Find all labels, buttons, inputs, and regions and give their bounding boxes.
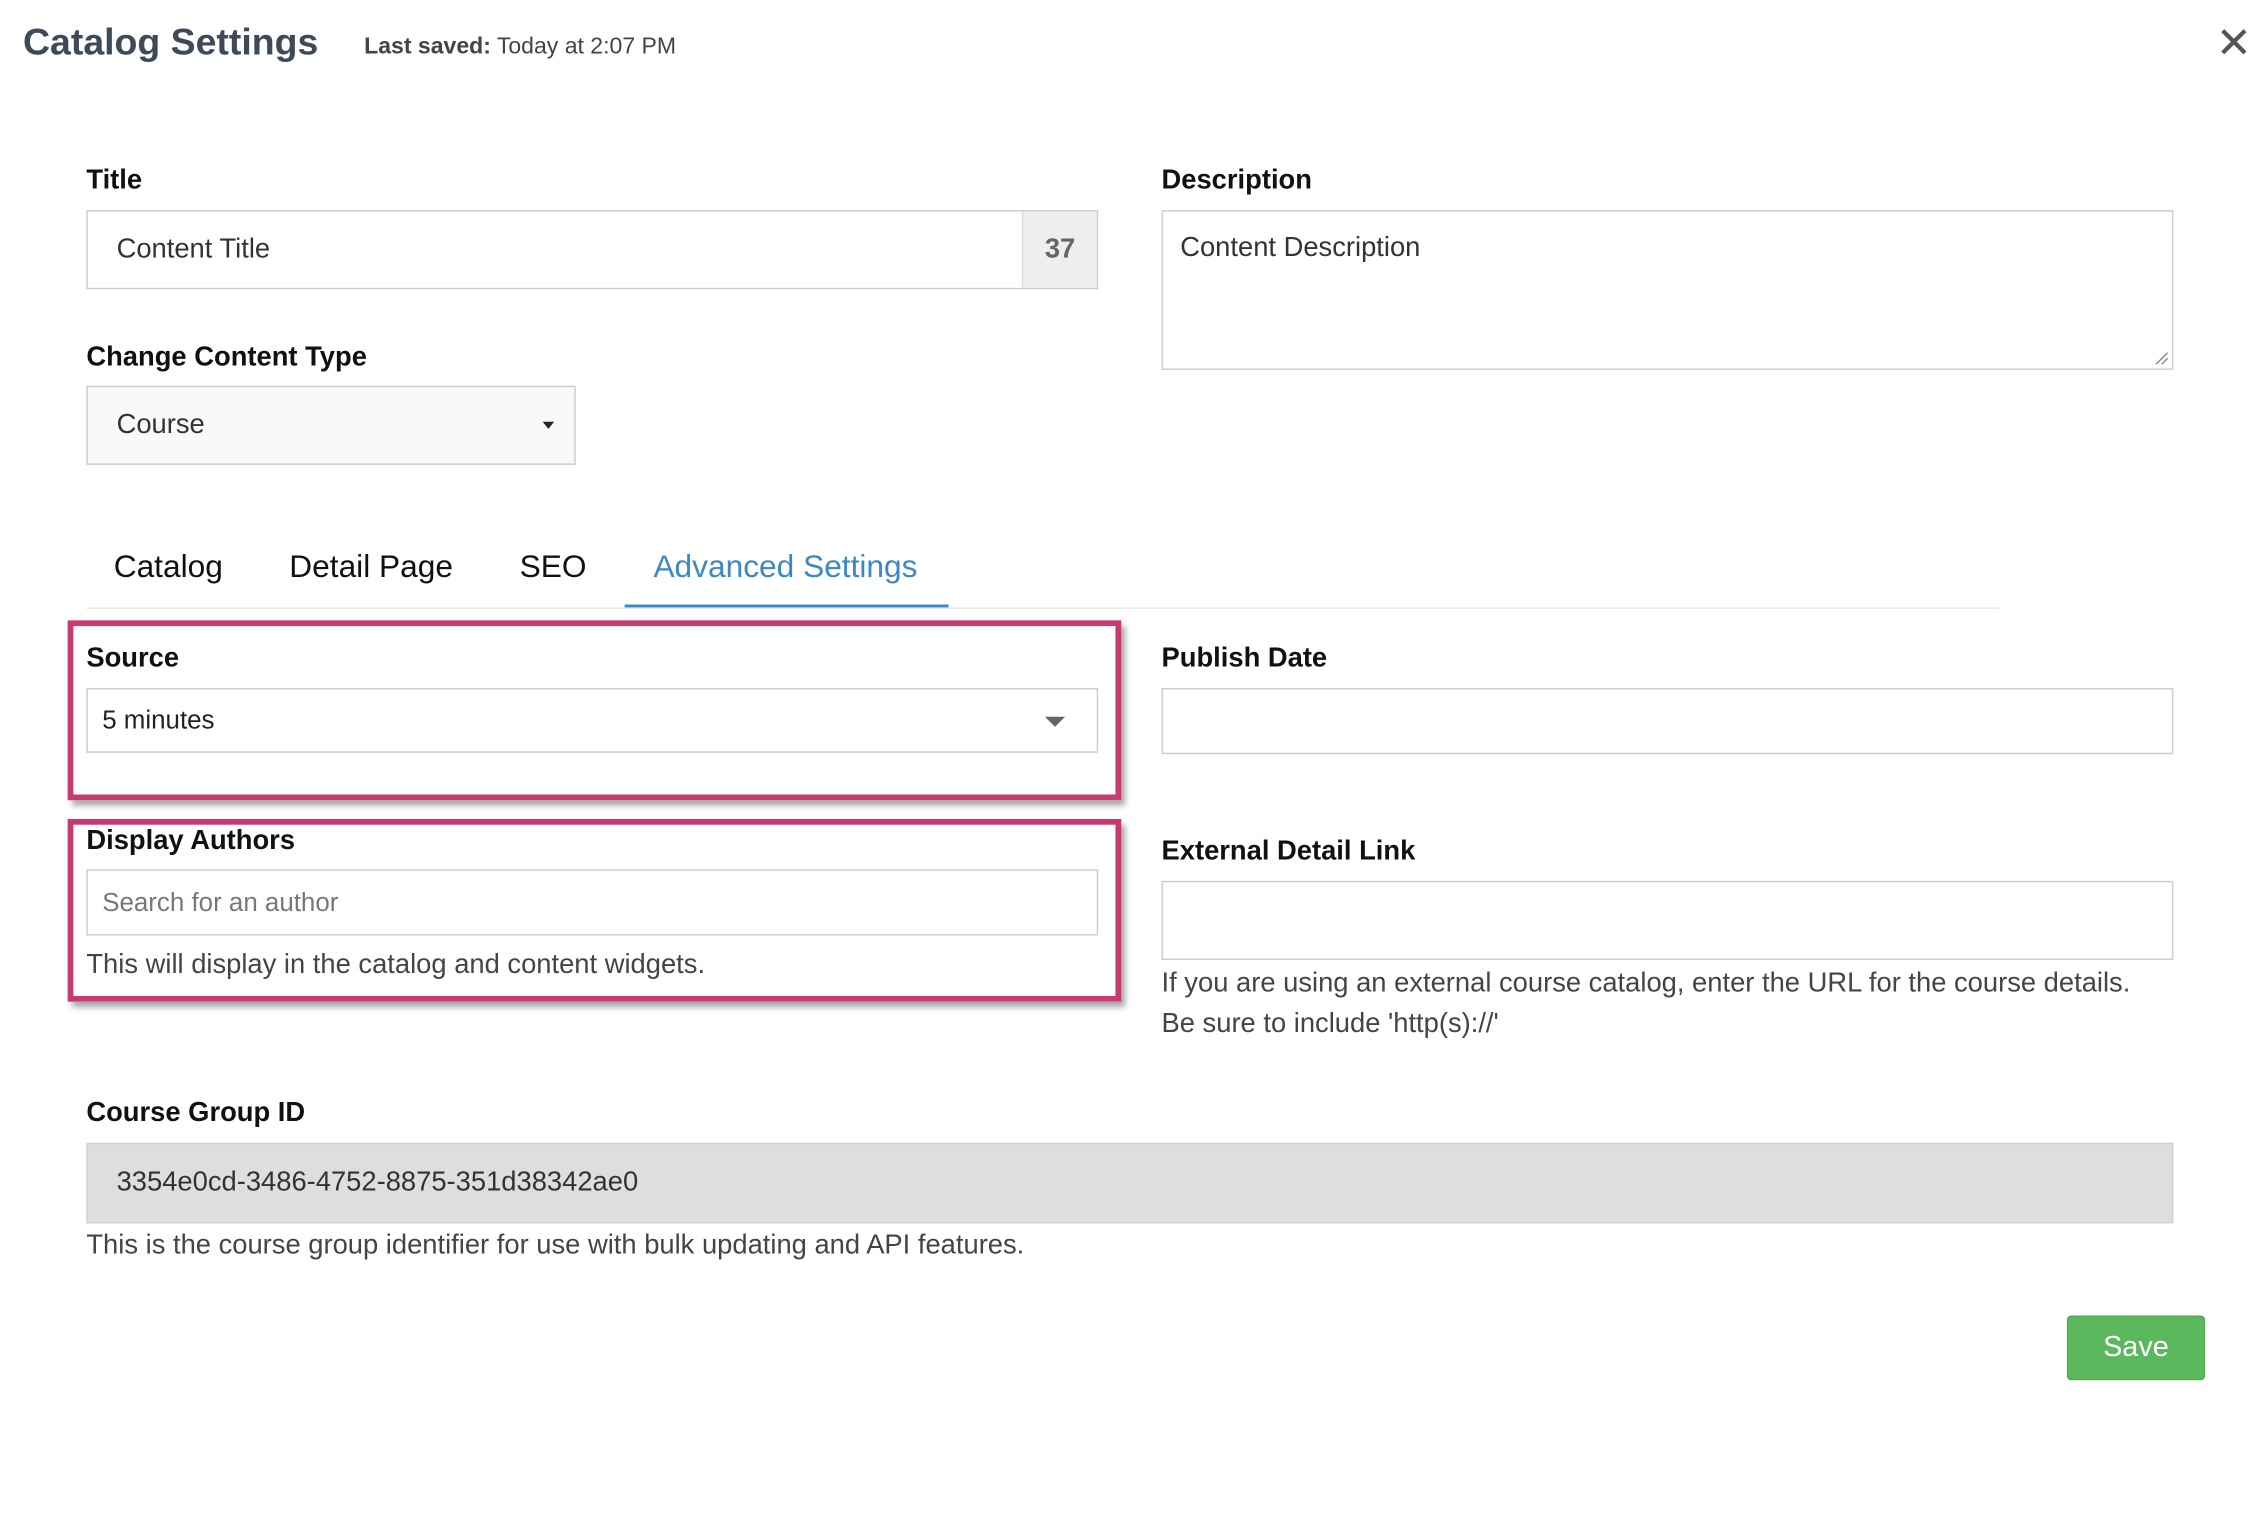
source-label: Source [86,643,180,674]
display-authors-label: Display Authors [86,826,296,857]
external-link-label: External Detail Link [1161,836,1416,867]
tab-detail-page[interactable]: Detail Page [289,548,453,585]
title-char-counter: 37 [1021,211,1097,288]
caret-down-icon [542,421,555,429]
description-label: Description [1161,165,1312,196]
source-select[interactable]: 5 minutes [86,687,1099,753]
tab-catalog[interactable]: Catalog [114,548,223,585]
title-input[interactable]: Content Title 37 [86,210,1099,290]
external-link-help-line2: Be sure to include 'http(s)://' [1161,1008,1499,1040]
author-search-input[interactable]: Search for an author [86,869,1099,936]
content-type-selected: Course [116,409,205,440]
last-saved-status: Last saved: Today at 2:07 PM [364,35,676,61]
save-button[interactable]: Save [2066,1315,2206,1381]
tab-seo[interactable]: SEO [520,548,587,585]
course-group-id-label: Course Group ID [86,1098,306,1129]
course-group-id-field[interactable]: 3354e0cd-3486-4752-8875-351d38342ae0 [86,1142,2174,1224]
title-label: Title [86,165,143,196]
modal-title: Catalog Settings [23,20,319,64]
title-input-value: Content Title [116,233,271,265]
tab-bar-divider [86,607,2000,609]
description-textarea-value: Content Description [1180,233,1421,264]
content-type-label: Change Content Type [86,342,367,373]
last-saved-label: Last saved: [364,34,491,60]
author-search-placeholder: Search for an author [102,887,339,917]
resize-handle-icon[interactable] [2155,351,2169,365]
course-group-id-help: This is the course group identifier for … [86,1230,1025,1261]
last-saved-value: Today at 2:07 PM [496,34,677,60]
publish-date-input[interactable] [1161,687,2174,755]
description-textarea[interactable]: Content Description [1161,210,2174,370]
display-authors-help: This will display in the catalog and con… [86,949,706,981]
close-icon[interactable]: ✕ [2212,20,2254,69]
tab-advanced-settings[interactable]: Advanced Settings [653,548,917,585]
external-link-input[interactable] [1161,880,2174,961]
external-link-help-line1: If you are using an external course cata… [1161,968,2131,999]
content-type-select[interactable]: Course [86,385,576,465]
caret-down-icon [1044,716,1066,727]
source-selected: 5 minutes [102,705,215,735]
catalog-settings-modal: Catalog Settings Last saved: Today at 2:… [0,0,2254,1531]
publish-date-label: Publish Date [1161,643,1328,674]
course-group-id-value: 3354e0cd-3486-4752-8875-351d38342ae0 [116,1167,639,1198]
active-tab-indicator [624,604,949,608]
